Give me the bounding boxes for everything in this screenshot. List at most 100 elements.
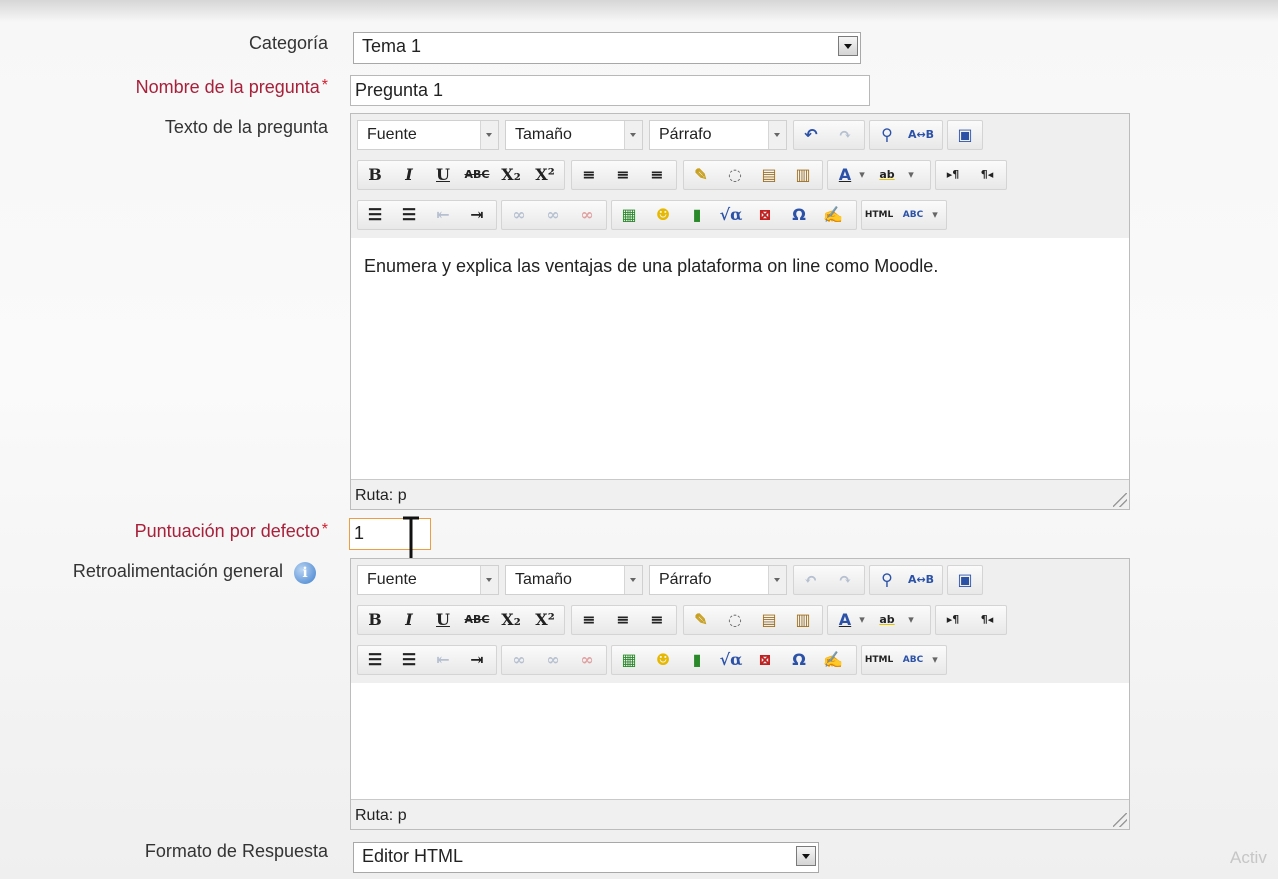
eraser-icon[interactable]: ◌ (720, 606, 750, 634)
fullscreen-icon[interactable]: ▣ (950, 566, 980, 594)
info-icon[interactable]: i (294, 562, 316, 584)
anchor-icon[interactable]: ∞ (572, 201, 602, 229)
superscript-icon[interactable]: X² (530, 606, 560, 634)
strikethrough-icon[interactable]: ABC (462, 161, 492, 189)
equation-icon[interactable]: √α (716, 201, 746, 229)
question-text-label: Texto de la pregunta (164, 117, 328, 137)
numbered-list-icon[interactable]: ☰ (394, 201, 424, 229)
cleanup-brush-icon[interactable]: ✎ (686, 606, 716, 634)
spellcheck-icon[interactable]: ABC (898, 646, 928, 674)
special-char-icon[interactable]: Ω (784, 201, 814, 229)
link-icon[interactable]: ∞ (504, 201, 534, 229)
align-center-icon[interactable]: ≡ (608, 606, 638, 634)
replace-icon[interactable]: A↔B (906, 566, 936, 594)
font-size-select[interactable]: Tamaño (505, 120, 643, 150)
response-format-select[interactable]: Editor HTML (353, 842, 819, 873)
italic-icon[interactable]: I (394, 606, 424, 634)
font-size-select[interactable]: Tamaño (505, 565, 643, 595)
unlink-icon[interactable]: ∞ (538, 646, 568, 674)
font-family-select[interactable]: Fuente (357, 120, 499, 150)
redo-icon[interactable]: ↷ (830, 566, 860, 594)
font-color-dropdown-icon[interactable]: ▾ (856, 161, 868, 189)
nolink-icon[interactable]: ⊠ (750, 646, 780, 674)
rtl-icon[interactable]: ¶◂ (972, 161, 1002, 189)
bold-icon[interactable]: B (360, 161, 390, 189)
media-icon[interactable]: ▮ (682, 646, 712, 674)
question-name-input[interactable]: Pregunta 1 (350, 75, 870, 106)
align-left-icon[interactable]: ≡ (574, 606, 604, 634)
media-icon[interactable]: ▮ (682, 201, 712, 229)
html-source-icon[interactable]: HTML (864, 646, 894, 674)
spellcheck-icon[interactable]: ABC (898, 201, 928, 229)
paste-text-icon[interactable]: ▤ (754, 606, 784, 634)
align-right-icon[interactable]: ≡ (642, 606, 672, 634)
paste-word-icon[interactable]: ▥ (788, 606, 818, 634)
eraser-icon[interactable]: ◌ (720, 161, 750, 189)
html-source-icon[interactable]: HTML (864, 201, 894, 229)
superscript-icon[interactable]: X² (530, 161, 560, 189)
chevron-down-icon[interactable] (796, 846, 816, 866)
paste-text-icon[interactable]: ▤ (754, 161, 784, 189)
bullet-list-icon[interactable]: ☰ (360, 646, 390, 674)
category-select[interactable]: Tema 1 (353, 32, 861, 64)
align-center-icon[interactable]: ≡ (608, 161, 638, 189)
highlight-color-icon[interactable]: ab (872, 606, 902, 634)
bullet-list-icon[interactable]: ☰ (360, 201, 390, 229)
activation-watermark: Activ (1230, 848, 1267, 867)
cleanup-brush-icon[interactable]: ✎ (686, 161, 716, 189)
subscript-icon[interactable]: X₂ (496, 606, 526, 634)
equation-icon[interactable]: √α (716, 646, 746, 674)
chevron-down-icon[interactable] (838, 36, 858, 56)
ltr-icon[interactable]: ▸¶ (938, 161, 968, 189)
required-star-icon: * (321, 77, 328, 94)
outdent-icon[interactable]: ⇤ (428, 646, 458, 674)
replace-icon[interactable]: A↔B (906, 121, 936, 149)
highlight-dropdown-icon[interactable]: ▾ (904, 606, 918, 634)
align-right-icon[interactable]: ≡ (642, 161, 672, 189)
undo-icon[interactable]: ↶ (796, 121, 826, 149)
general-feedback-area[interactable] (351, 683, 1129, 798)
ltr-icon[interactable]: ▸¶ (938, 606, 968, 634)
subscript-icon[interactable]: X₂ (496, 161, 526, 189)
resize-handle-icon[interactable] (1113, 813, 1127, 827)
font-family-select[interactable]: Fuente (357, 565, 499, 595)
nolink-icon[interactable]: ⊠ (750, 201, 780, 229)
link-icon[interactable]: ∞ (504, 646, 534, 674)
find-icon[interactable]: ⚲ (872, 566, 902, 594)
edit-form-icon[interactable]: ✍ (818, 201, 848, 229)
redo-icon[interactable]: ↷ (830, 121, 860, 149)
spellcheck-dropdown-icon[interactable]: ▾ (928, 201, 942, 229)
editor-path-bar: Ruta: p (351, 799, 1129, 829)
insert-image-icon[interactable]: ▦ (614, 201, 644, 229)
paragraph-format-select[interactable]: Párrafo (649, 565, 787, 595)
special-char-icon[interactable]: Ω (784, 646, 814, 674)
align-left-icon[interactable]: ≡ (574, 161, 604, 189)
smiley-icon[interactable]: ☻ (648, 646, 678, 674)
font-color-dropdown-icon[interactable]: ▾ (856, 606, 868, 634)
paste-word-icon[interactable]: ▥ (788, 161, 818, 189)
bold-icon[interactable]: B (360, 606, 390, 634)
rtl-icon[interactable]: ¶◂ (972, 606, 1002, 634)
fullscreen-icon[interactable]: ▣ (950, 121, 980, 149)
undo-icon[interactable]: ↶ (796, 566, 826, 594)
find-icon[interactable]: ⚲ (872, 121, 902, 149)
numbered-list-icon[interactable]: ☰ (394, 646, 424, 674)
highlight-color-icon[interactable]: ab (872, 161, 902, 189)
resize-handle-icon[interactable] (1113, 493, 1127, 507)
anchor-icon[interactable]: ∞ (572, 646, 602, 674)
underline-icon[interactable]: U (428, 606, 458, 634)
paragraph-format-select[interactable]: Párrafo (649, 120, 787, 150)
edit-form-icon[interactable]: ✍ (818, 646, 848, 674)
outdent-icon[interactable]: ⇤ (428, 201, 458, 229)
indent-icon[interactable]: ⇥ (462, 646, 492, 674)
smiley-icon[interactable]: ☻ (648, 201, 678, 229)
strikethrough-icon[interactable]: ABC (462, 606, 492, 634)
underline-icon[interactable]: U (428, 161, 458, 189)
unlink-icon[interactable]: ∞ (538, 201, 568, 229)
italic-icon[interactable]: I (394, 161, 424, 189)
highlight-dropdown-icon[interactable]: ▾ (904, 161, 918, 189)
indent-icon[interactable]: ⇥ (462, 201, 492, 229)
spellcheck-dropdown-icon[interactable]: ▾ (928, 646, 942, 674)
question-text-area[interactable]: Enumera y explica las ventajas de una pl… (351, 238, 1129, 478)
insert-image-icon[interactable]: ▦ (614, 646, 644, 674)
